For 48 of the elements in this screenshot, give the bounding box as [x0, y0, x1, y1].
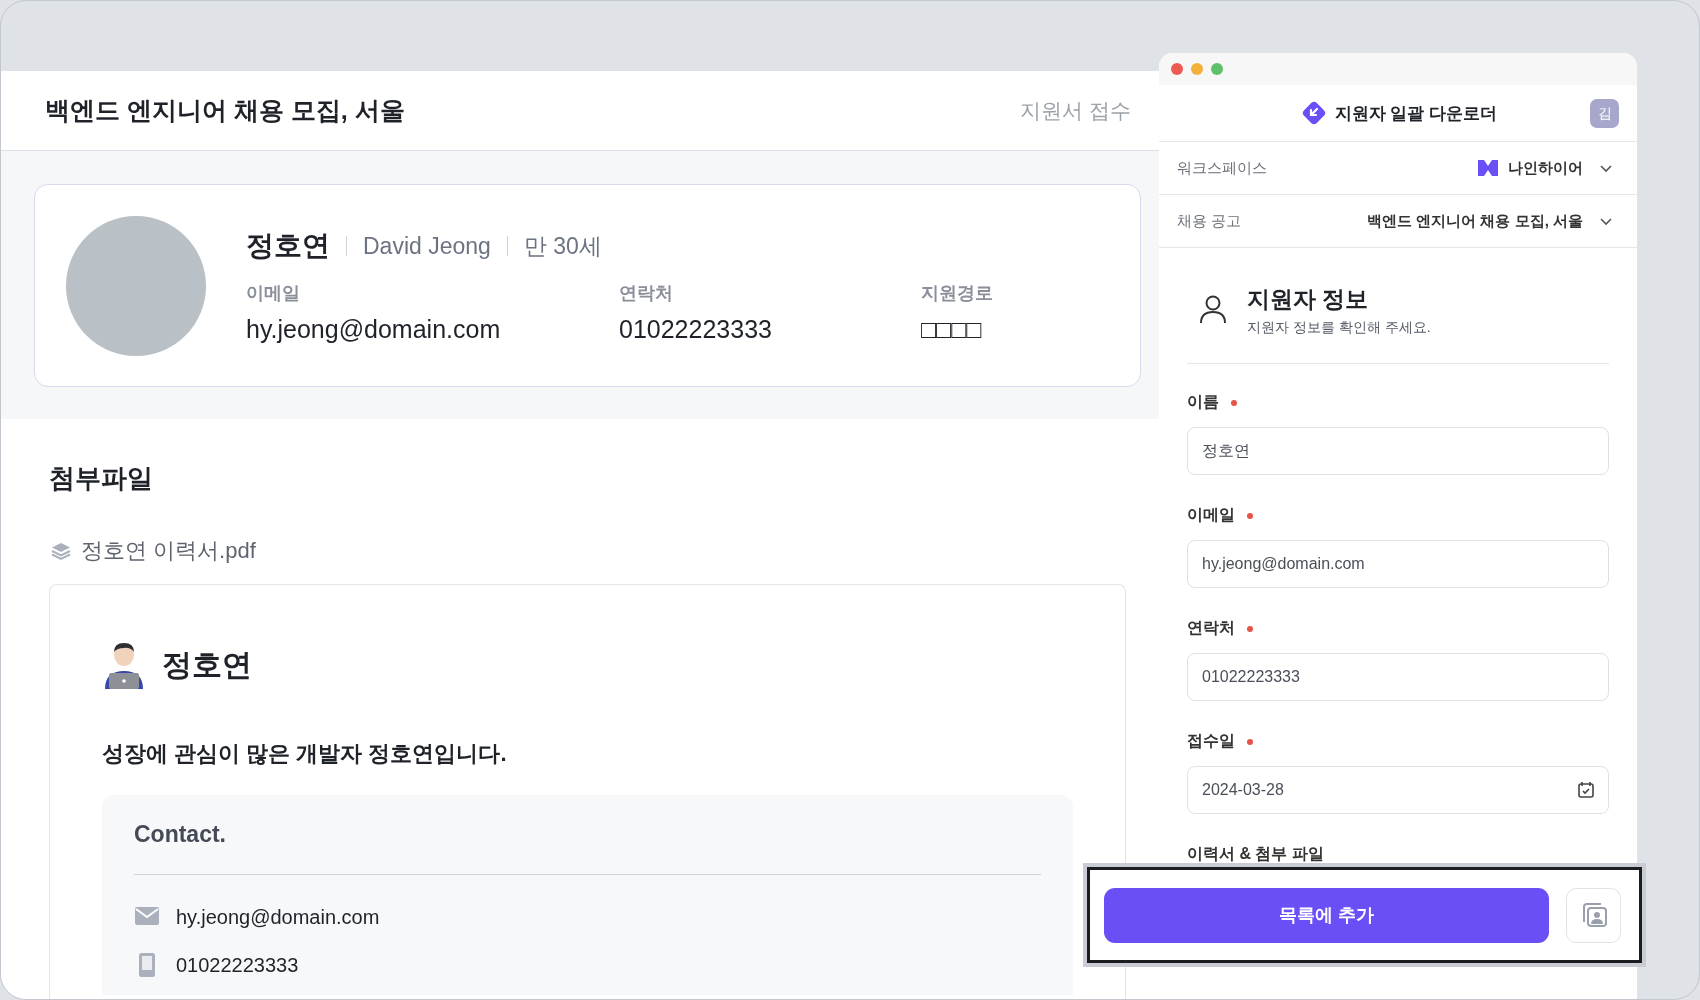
section-subtitle: 지원자 정보를 확인해 주세요.: [1247, 319, 1431, 337]
document-title: 정호연: [162, 646, 252, 683]
field-value: hy.jeong@domain.com: [246, 315, 502, 344]
required-dot: [1247, 738, 1253, 745]
person-laptop-icon: [102, 641, 146, 689]
field-value: □□□□: [921, 315, 983, 344]
input-field[interactable]: 01022223333: [1187, 653, 1609, 701]
app-title: 지원자 일괄 다운로더: [1334, 102, 1498, 125]
field-value: 01022223333: [619, 315, 773, 344]
age-text: 만 30세: [523, 231, 602, 261]
add-to-list-button[interactable]: 목록에 추가: [1104, 887, 1549, 943]
person-icon: [1199, 294, 1227, 324]
zoom-window-icon[interactable]: [1211, 63, 1223, 75]
field-label: 접수일: [1187, 731, 1235, 751]
contact-card-button[interactable]: [1566, 887, 1621, 943]
dropdown-value[interactable]: 백엔드 엔지니어 채용 모집, 서울: [1367, 211, 1583, 231]
dropdown-value[interactable]: 나인하이어: [1508, 158, 1583, 178]
field-label: 연락처: [619, 282, 674, 305]
english-name: David Jeong: [363, 232, 491, 260]
date-field[interactable]: 2024-03-28: [1187, 766, 1609, 814]
required-dot: [1231, 399, 1237, 406]
required-dot: [1247, 625, 1253, 632]
selector-label: 워크스페이스: [1177, 158, 1267, 178]
document-headline: 성장에 관심이 많은 개발자 정호연입니다.: [102, 740, 508, 768]
input-field[interactable]: hy.jeong@domain.com: [1187, 540, 1609, 588]
contact-text: hy.jeong@domain.com: [176, 905, 380, 929]
file-link[interactable]: 정호연 이력서.pdf: [81, 536, 256, 566]
contact-heading: Contact.: [134, 821, 227, 848]
field-label: 이메일: [246, 282, 301, 305]
input-field[interactable]: 정호연: [1187, 427, 1609, 475]
workspace-logo-icon: [1478, 160, 1498, 176]
field-label: 이메일: [1187, 505, 1235, 525]
page-title: 백엔드 엔지니어 채용 모집, 서울: [45, 95, 405, 126]
applicant-name: 정호연: [246, 229, 330, 263]
selector-label: 채용 공고: [1177, 211, 1242, 231]
required-dot: [1247, 512, 1253, 519]
field-label: 이름: [1187, 392, 1219, 412]
field-label: 지원경로: [921, 282, 993, 305]
minimize-window-icon[interactable]: [1191, 63, 1203, 75]
field-label: 이력서 & 첨부 파일: [1187, 844, 1324, 864]
field-label: 연락처: [1187, 618, 1235, 638]
status-label: 지원서 접수: [1020, 97, 1131, 124]
contact-text: 01022223333: [176, 953, 299, 977]
section-title: 지원자 정보: [1247, 285, 1370, 314]
close-window-icon[interactable]: [1171, 63, 1183, 75]
calendar-icon: [1577, 781, 1595, 799]
layers-icon: [51, 541, 71, 561]
section-heading: 첨부파일: [49, 462, 154, 495]
